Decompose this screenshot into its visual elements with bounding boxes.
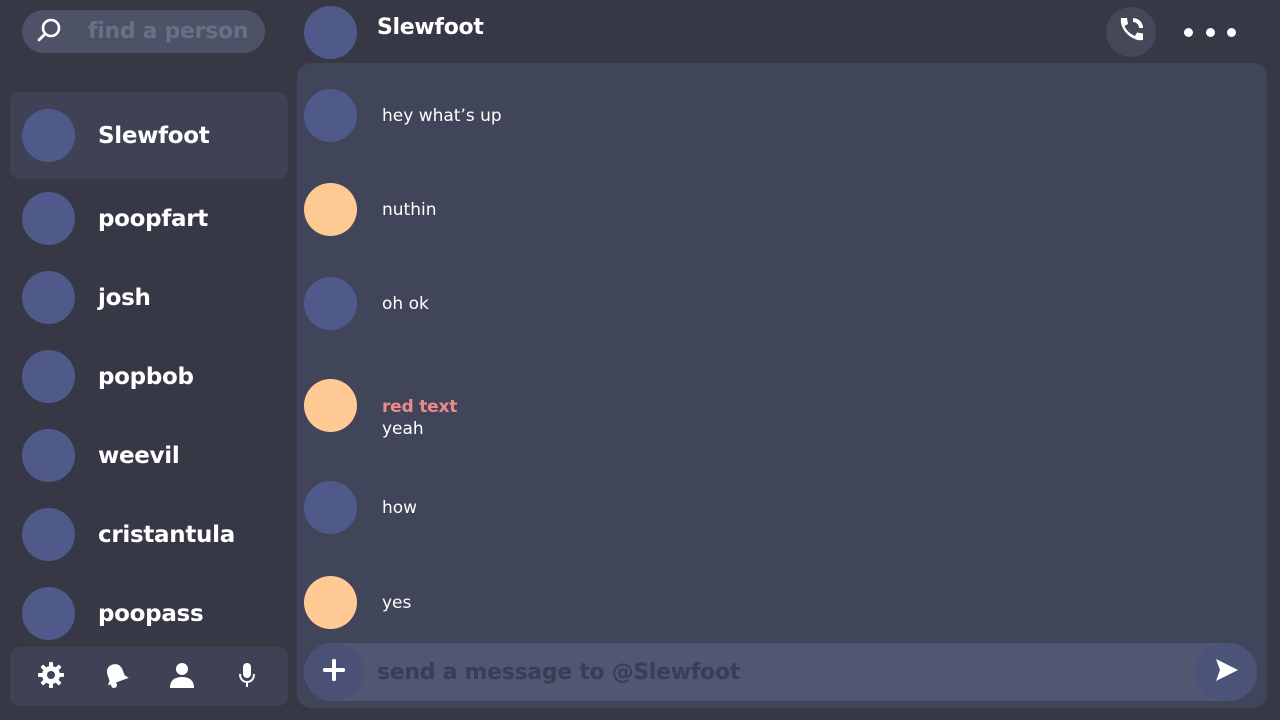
message-item: red text yeah bbox=[304, 371, 457, 439]
message-item: how bbox=[304, 481, 417, 534]
contact-item-poopfart[interactable]: poopfart bbox=[10, 179, 288, 258]
chat-panel: hey what’s up nuthin oh ok red text yeah… bbox=[297, 63, 1267, 708]
contact-item-cristantula[interactable]: cristantula bbox=[10, 495, 288, 574]
message-avatar bbox=[304, 89, 357, 142]
header-avatar bbox=[304, 6, 357, 59]
profile-icon bbox=[168, 661, 196, 693]
more-dots-icon bbox=[1184, 27, 1236, 37]
call-button[interactable] bbox=[1106, 7, 1156, 57]
more-options-button[interactable] bbox=[1180, 18, 1240, 46]
message-text: yeah bbox=[382, 419, 424, 439]
contact-name: Slewfoot bbox=[98, 122, 210, 149]
send-arrow-icon bbox=[1212, 656, 1240, 688]
message-composer bbox=[304, 643, 1257, 701]
conversation-title: Slewfoot bbox=[377, 15, 484, 40]
message-sender: red text bbox=[382, 397, 458, 417]
message-avatar bbox=[304, 378, 357, 432]
send-button[interactable] bbox=[1195, 643, 1257, 701]
message-text: oh ok bbox=[382, 293, 429, 314]
notification-bell-icon bbox=[102, 661, 130, 693]
phone-call-icon bbox=[1115, 14, 1147, 50]
gear-icon bbox=[37, 661, 65, 693]
avatar bbox=[22, 271, 75, 324]
contact-name: josh bbox=[98, 284, 151, 311]
microphone-icon bbox=[233, 661, 261, 693]
message-item: yes bbox=[304, 576, 411, 629]
notifications-button[interactable] bbox=[92, 653, 140, 701]
contact-item-josh[interactable]: josh bbox=[10, 258, 288, 337]
message-avatar bbox=[304, 183, 357, 236]
avatar bbox=[22, 429, 75, 482]
profile-button[interactable] bbox=[158, 653, 206, 701]
contact-name: cristantula bbox=[98, 521, 235, 548]
contact-item-slewfoot[interactable]: Slewfoot bbox=[10, 92, 288, 179]
avatar bbox=[22, 508, 75, 561]
message-item: nuthin bbox=[304, 183, 437, 236]
message-item: hey what’s up bbox=[304, 89, 502, 142]
message-text: yes bbox=[382, 592, 412, 613]
message-text: nuthin bbox=[382, 199, 437, 220]
message-avatar bbox=[304, 277, 357, 330]
contact-item-poopass[interactable]: poopass bbox=[10, 574, 288, 653]
avatar bbox=[22, 192, 75, 245]
search-box[interactable] bbox=[22, 10, 265, 53]
message-avatar bbox=[304, 576, 357, 629]
message-item: oh ok bbox=[304, 277, 429, 330]
contact-name: weevil bbox=[98, 442, 180, 469]
microphone-button[interactable] bbox=[223, 653, 271, 701]
contact-name: poopfart bbox=[98, 205, 208, 232]
message-text: how bbox=[382, 497, 418, 518]
contact-list: Slewfoot poopfart josh popbob weevil cri… bbox=[10, 92, 288, 653]
attach-button[interactable] bbox=[304, 643, 364, 701]
message-input[interactable] bbox=[375, 658, 1195, 686]
contact-name: popbob bbox=[98, 363, 194, 390]
search-icon bbox=[36, 17, 62, 47]
contact-item-weevil[interactable]: weevil bbox=[10, 416, 288, 495]
avatar bbox=[22, 350, 75, 403]
avatar bbox=[22, 109, 75, 162]
contact-item-popbob[interactable]: popbob bbox=[10, 337, 288, 416]
bottom-toolbar bbox=[10, 647, 288, 706]
message-text: hey what’s up bbox=[382, 105, 502, 126]
message-avatar bbox=[304, 481, 357, 534]
settings-button[interactable] bbox=[27, 653, 75, 701]
contact-name: poopass bbox=[98, 600, 204, 627]
search-input[interactable] bbox=[86, 18, 256, 45]
avatar bbox=[22, 587, 75, 640]
plus-icon bbox=[321, 657, 347, 687]
